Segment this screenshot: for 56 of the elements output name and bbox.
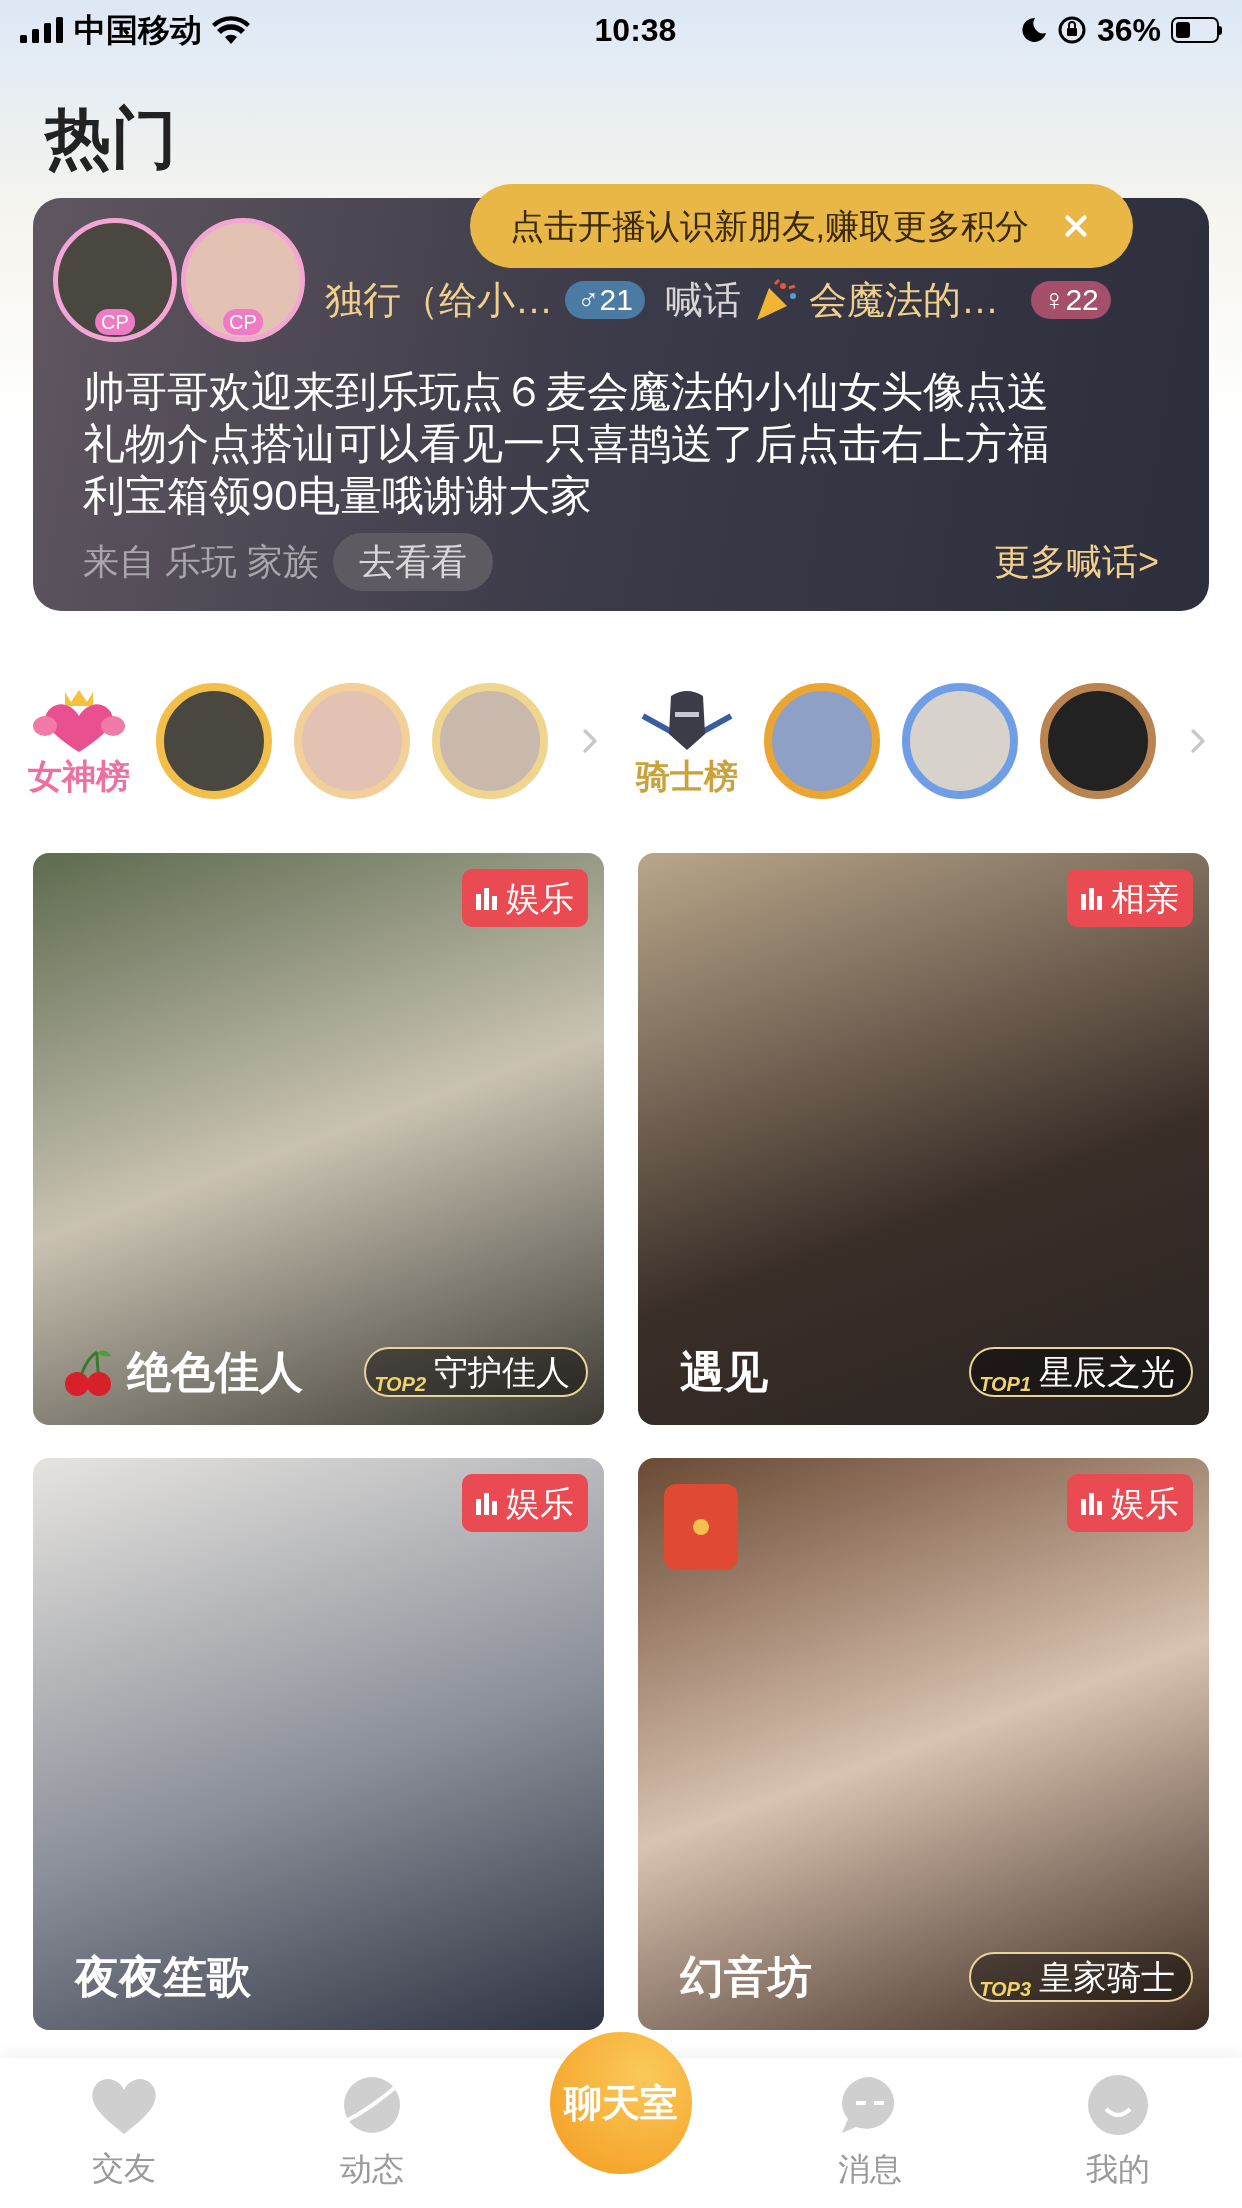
rank-title: 皇家骑士 bbox=[1039, 1956, 1175, 1998]
nav-tab[interactable]: 交友 bbox=[54, 2074, 194, 2192]
equalizer-icon bbox=[1081, 1491, 1103, 1515]
room-tag: 相亲 bbox=[1067, 869, 1193, 927]
avatar[interactable]: CP bbox=[53, 218, 177, 342]
shout-message: 帅哥哥欢迎来到乐玩点６麦会魔法的小仙女头像点送礼物介点搭讪可以看见一只喜鹊送了后点击右上方福利宝箱领90电量哦谢谢大家 bbox=[83, 367, 1050, 521]
room-title: 绝色佳人 bbox=[127, 1346, 303, 1398]
ranking-label[interactable]: 女神榜 bbox=[24, 686, 134, 796]
moon-icon bbox=[1020, 17, 1047, 43]
sender-name[interactable]: 独行（给小… bbox=[325, 271, 553, 329]
nav-tab[interactable]: 我的 bbox=[1048, 2073, 1188, 2193]
room-tag: 娱乐 bbox=[462, 869, 588, 927]
room-card[interactable]: 娱乐 绝色佳人 TOP2 守护佳人 bbox=[33, 853, 604, 1425]
nav-tab[interactable]: 消息 bbox=[800, 2073, 940, 2193]
envelope-icon[interactable] bbox=[664, 1484, 738, 1570]
age-badge: ♂21 bbox=[565, 281, 645, 319]
signal-icon bbox=[20, 17, 64, 43]
receiver-name[interactable]: 会魔法的… bbox=[808, 271, 999, 329]
nav-tab[interactable]: 动态 bbox=[302, 2073, 442, 2193]
shout-verb: 喊话 bbox=[664, 277, 741, 323]
go-see-button[interactable]: 去看看 bbox=[333, 533, 493, 591]
rank-title: 守护佳人 bbox=[434, 1351, 570, 1393]
rank-label: TOP2 bbox=[373, 1372, 427, 1397]
page-title: 热门 bbox=[45, 100, 178, 177]
tooltip[interactable]: 点击开播认识新朋友,赚取更多积分 bbox=[469, 184, 1133, 268]
wifi-icon bbox=[212, 16, 250, 44]
ranking-title: 骑士榜 bbox=[636, 756, 738, 796]
room-title: 遇见 bbox=[680, 1346, 768, 1398]
carrier-name: 中国移动 bbox=[74, 11, 202, 50]
avatar[interactable]: CP bbox=[181, 218, 305, 342]
room-tag: 娱乐 bbox=[462, 1474, 588, 1532]
ranking-label[interactable]: 骑士榜 bbox=[632, 686, 742, 796]
source-text: 来自 乐玩 家族 bbox=[83, 540, 319, 584]
cp-badge: CP bbox=[95, 309, 135, 335]
room-title: 夜夜笙歌 bbox=[75, 1951, 251, 2003]
smiley-icon bbox=[1086, 2073, 1150, 2137]
rank-label: TOP1 bbox=[978, 1372, 1032, 1397]
tooltip-text: 点击开播认识新朋友,赚取更多积分 bbox=[509, 205, 1029, 247]
room-card[interactable]: 娱乐 夜夜笙歌 bbox=[33, 1458, 604, 2030]
cp-badge: CP bbox=[223, 309, 263, 335]
equalizer-icon bbox=[1081, 886, 1103, 910]
equalizer-icon bbox=[476, 886, 498, 910]
room-card[interactable]: 相亲 遇见 TOP1 星辰之光 bbox=[638, 853, 1209, 1425]
rotation-lock-icon bbox=[1056, 15, 1087, 45]
rank-label: TOP3 bbox=[978, 1977, 1032, 2002]
rank-title: 星辰之光 bbox=[1039, 1351, 1175, 1393]
room-title: 幻音坊 bbox=[680, 1951, 812, 2003]
clock-time: 10:38 bbox=[594, 11, 677, 50]
room-tag: 娱乐 bbox=[1067, 1474, 1193, 1532]
more-shouts-link[interactable]: 更多喊话> bbox=[993, 535, 1159, 589]
battery-icon bbox=[1171, 17, 1222, 43]
age-badge: ♀22 bbox=[1030, 281, 1111, 319]
room-card[interactable]: 娱乐 幻音坊 TOP3 皇家骑士 bbox=[638, 1458, 1209, 2030]
battery-percent: 36% bbox=[1096, 11, 1161, 50]
equalizer-icon bbox=[476, 1491, 498, 1515]
ranking-title: 女神榜 bbox=[28, 756, 130, 796]
